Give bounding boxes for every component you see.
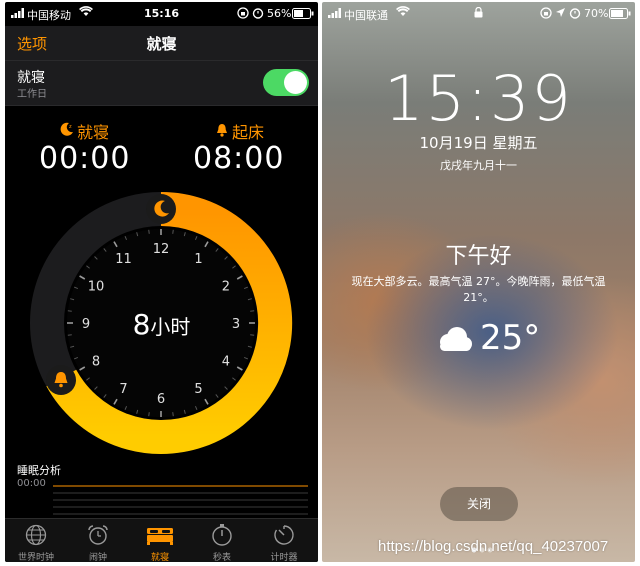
dial-hour-label: 1 xyxy=(194,252,202,267)
bed-icon xyxy=(147,528,173,545)
dial-hour-label: 11 xyxy=(115,252,132,267)
watermark-text: https://blog.csdn.net/qq_40237007 xyxy=(378,538,609,555)
carrier-label: 中国联通 xyxy=(344,9,388,22)
wake-label: 起床 xyxy=(232,123,265,142)
duration-unit: 小时 xyxy=(150,315,191,339)
battery-icon xyxy=(292,8,314,22)
moon-icon: z xyxy=(59,121,75,141)
dial-hour-label: 2 xyxy=(222,280,230,295)
tab-alarm[interactable]: 闹钟 xyxy=(67,519,129,562)
dial-hour-label: 5 xyxy=(194,382,202,397)
weather-summary: 现在大部多云。最高气温 27°。今晚阵雨，最低气温 21°。 xyxy=(351,275,606,304)
tab-label: 世界时钟 xyxy=(17,553,54,562)
bedtime-row-title: 就寝 xyxy=(17,70,45,86)
signal-icon xyxy=(328,8,344,21)
stopwatch-icon xyxy=(212,524,232,546)
dial-hour-label: 10 xyxy=(88,280,105,295)
bedtime-toggle[interactable] xyxy=(263,69,309,96)
battery-icon xyxy=(609,8,631,22)
status-bar: 中国移动 15:16 56% xyxy=(5,2,318,26)
tab-label: 闹钟 xyxy=(88,553,107,562)
lock-icon xyxy=(474,6,483,21)
lunar-date: 戊戌年九月十一 xyxy=(440,159,517,172)
close-button[interactable]: 关闭 xyxy=(440,487,518,521)
tab-stopwatch[interactable]: 秒表 xyxy=(191,519,253,562)
location-icon xyxy=(555,7,566,21)
wifi-icon xyxy=(396,6,410,20)
bell-icon xyxy=(216,122,228,141)
current-temperature: 25° xyxy=(480,318,541,358)
dial-hour-label: 6 xyxy=(157,392,165,407)
dial-hour-label: 7 xyxy=(119,382,127,397)
bedtime-setting-row[interactable]: 就寝 工作日 xyxy=(5,60,318,106)
dial-tick xyxy=(148,412,150,417)
wake-handle[interactable] xyxy=(46,365,76,395)
dial-tick xyxy=(172,412,174,417)
right-phone-lock-screen: 中国联通 70% 15:39 10月19日 星期五 戊戌年九月十一 下午好 现在… xyxy=(322,2,635,562)
lock-screen-date: 10月19日 星期五 xyxy=(419,134,538,152)
lock-screen-clock: 15:39 xyxy=(384,62,573,135)
tab-label: 就寝 xyxy=(150,553,169,562)
lock-rotation-icon xyxy=(540,7,552,22)
sleep-duration: 8小时 xyxy=(5,308,318,341)
dial-tick xyxy=(172,229,174,234)
globe-icon xyxy=(25,524,47,546)
page-title: 就寝 xyxy=(146,35,177,53)
battery-percent: 70% xyxy=(584,7,609,20)
sleep-analysis-time: 00:00 xyxy=(17,478,46,489)
bedtime-time: 00:00 xyxy=(39,141,131,176)
dial-hour-label: 8 xyxy=(92,355,100,370)
alarm-icon xyxy=(569,7,581,22)
tab-world-clock[interactable]: 世界时钟 xyxy=(5,519,67,562)
left-phone-screen: 中国移动 15:16 56% 选项 就寝 就寝 工作日 z 就寝 00:00 起… xyxy=(5,2,318,562)
tab-label: 秒表 xyxy=(212,553,231,562)
bedtime-handle[interactable] xyxy=(146,194,176,224)
tab-bedtime[interactable]: 就寝 xyxy=(129,519,191,562)
status-bar: 中国联通 70% xyxy=(322,2,635,26)
tab-bar: 世界时钟 闹钟 就寝 秒表 计时器 xyxy=(5,518,318,562)
alarm-clock-icon xyxy=(88,525,108,545)
bedtime-row-subtitle: 工作日 xyxy=(17,89,47,100)
lock-rotation-icon xyxy=(237,7,249,22)
greeting: 下午好 xyxy=(445,244,512,269)
dial-hour-label: 12 xyxy=(153,242,170,257)
sleep-analysis-chart xyxy=(53,485,308,515)
cloud-icon xyxy=(434,326,474,358)
sleep-analysis-title: 睡眠分析 xyxy=(17,464,61,477)
svg-text:z: z xyxy=(69,124,72,130)
bedtime-label: 就寝 xyxy=(77,123,110,142)
duration-number: 8 xyxy=(132,308,151,341)
battery-percent: 56% xyxy=(267,7,292,20)
tab-label: 计时器 xyxy=(270,553,298,562)
wake-time: 08:00 xyxy=(193,141,285,176)
timer-icon xyxy=(274,525,294,545)
tab-timer[interactable]: 计时器 xyxy=(253,519,315,562)
dial-hour-label: 4 xyxy=(222,355,230,370)
dial-tick xyxy=(148,229,150,234)
nav-bar: 选项 就寝 xyxy=(5,26,318,60)
alarm-icon xyxy=(252,7,264,22)
